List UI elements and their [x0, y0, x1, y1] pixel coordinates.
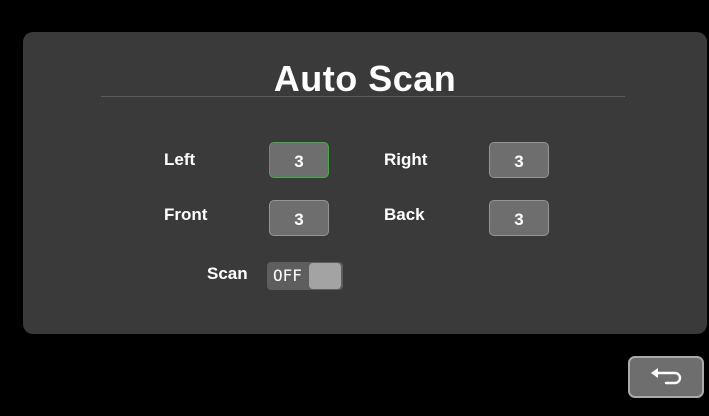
scan-toggle-state: OFF — [273, 266, 302, 285]
back-label: Back — [384, 205, 425, 224]
title-divider — [101, 96, 625, 97]
back-value-button[interactable]: 3 — [489, 200, 549, 236]
front-value-button[interactable]: 3 — [269, 200, 329, 236]
scan-toggle[interactable]: OFF — [267, 262, 343, 290]
right-value: 3 — [514, 152, 524, 171]
auto-scan-panel: Auto Scan Left 3 Right 3 Front 3 Back 3 … — [23, 32, 707, 334]
page-title: Auto Scan — [273, 58, 457, 99]
back-value: 3 — [514, 210, 524, 229]
left-value-button[interactable]: 3 — [269, 142, 329, 178]
front-value: 3 — [294, 210, 304, 229]
back-button[interactable] — [628, 356, 704, 398]
front-label: Front — [164, 205, 208, 224]
right-label: Right — [384, 150, 428, 169]
scan-label: Scan — [207, 264, 248, 283]
left-value: 3 — [294, 152, 304, 171]
left-label: Left — [164, 150, 196, 169]
toggle-knob — [309, 263, 341, 289]
return-arrow-icon — [646, 366, 686, 388]
right-value-button[interactable]: 3 — [489, 142, 549, 178]
